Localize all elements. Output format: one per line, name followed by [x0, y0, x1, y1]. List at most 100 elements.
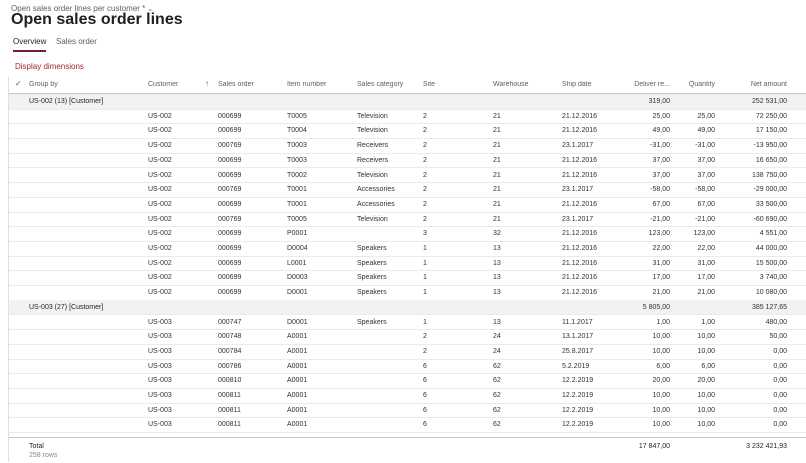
- quantity-cell: 25,00: [697, 112, 715, 120]
- table-row[interactable]: US-003 000810 A0001 6 62 12.2.2019 20,00 20,00 0…: [9, 373, 806, 389]
- warehouse-cell: 62: [493, 421, 501, 429]
- table-row[interactable]: US-002 000699 T0002 Television 2 21 21.12.2016…: [9, 168, 806, 184]
- table-row[interactable]: US-002 000699 T0001 Accessories 2 21 21.12.201…: [9, 197, 806, 213]
- customer-cell: US-002: [148, 230, 172, 238]
- ship-date-cell: 12.2.2019: [562, 406, 594, 414]
- table-row[interactable]: US-002 000699 P0001 3 32 21.12.2016 123,00 123,…: [9, 226, 806, 242]
- sales-category-cell: Speakers: [357, 318, 387, 326]
- deliver-remainder-cell: 67,00: [652, 200, 670, 208]
- table-row[interactable]: US-003 000811 A0001 6 62 12.2.2019 10,00 10,00 0…: [9, 403, 806, 419]
- item-number-cell: D0004: [287, 245, 308, 252]
- display-dimensions-button[interactable]: Display dimensions: [15, 62, 84, 71]
- deliver-remainder-cell: -21,00: [650, 215, 670, 223]
- site-cell: 6: [423, 406, 427, 414]
- group-net-total: 385 127,65: [751, 303, 787, 311]
- table-row[interactable]: US-003 000747 D0001 Speakers 1 13 11.1.2017 1,0…: [9, 315, 806, 331]
- header-ship-date[interactable]: Ship date: [562, 81, 622, 88]
- table-row[interactable]: US-002 000699 T0005 Television 2 21 21.12.2016…: [9, 109, 806, 125]
- customer-cell: US-002: [148, 112, 172, 120]
- tab-sales-order[interactable]: Sales order: [56, 37, 97, 46]
- quantity-cell: 37,00: [697, 156, 715, 164]
- warehouse-cell: 21: [493, 215, 501, 223]
- check-icon[interactable]: ✓: [15, 80, 23, 88]
- table-row[interactable]: US-002 000699 L0001 Speakers 1 13 21.12.2016 31…: [9, 256, 806, 272]
- item-number-cell: T0003: [287, 156, 307, 164]
- warehouse-cell: 21: [493, 186, 501, 194]
- header-customer[interactable]: Customer: [148, 81, 208, 88]
- ship-date-cell: 21.12.2016: [562, 171, 598, 179]
- sort-ascending-icon[interactable]: ↑: [205, 80, 209, 88]
- customer-cell: US-002: [148, 186, 172, 194]
- header-sales-category[interactable]: Sales category: [357, 81, 427, 88]
- net-amount-cell: 138 750,00: [751, 171, 787, 179]
- net-amount-cell: 0,00: [773, 406, 787, 414]
- quantity-cell: 10,00: [697, 347, 715, 355]
- item-number-cell: D0003: [287, 274, 308, 282]
- deliver-remainder-cell: -31,00: [650, 142, 670, 150]
- net-amount-cell: 44 000,00: [755, 245, 787, 252]
- header-group-by[interactable]: Group by: [29, 81, 58, 88]
- customer-cell: US-002: [148, 127, 172, 135]
- quantity-cell: 10,00: [697, 333, 715, 341]
- customer-cell: US-002: [148, 245, 172, 252]
- table-row[interactable]: US-002 000699 D0004 Speakers 1 13 21.12.2016 22…: [9, 241, 806, 257]
- warehouse-cell: 21: [493, 156, 501, 164]
- header-deliver-remainder[interactable]: Deliver re...: [619, 81, 670, 88]
- header-sales-order[interactable]: Sales order: [218, 81, 278, 88]
- header-warehouse[interactable]: Warehouse: [493, 81, 533, 88]
- ship-date-cell: 23.1.2017: [562, 186, 594, 194]
- table-row[interactable]: US-003 000786 A0001 6 62 5.2.2019 6,00 6,00 0,00: [9, 359, 806, 375]
- quantity-cell: -31,00: [695, 142, 715, 150]
- customer-cell: US-002: [148, 274, 172, 282]
- deliver-remainder-cell: 21,00: [652, 289, 670, 297]
- net-amount-cell: 50,00: [769, 333, 787, 341]
- table-row[interactable]: US-003 000784 A0001 2 24 25.8.2017 10,00 10,00 0…: [9, 344, 806, 360]
- table-row[interactable]: US-002 000769 T0001 Accessories 2 21 23.1.2017…: [9, 182, 806, 198]
- table-row[interactable]: US-002 000699 T0003 Receivers 2 21 21.12.2016 3…: [9, 153, 806, 169]
- warehouse-cell: 21: [493, 171, 501, 179]
- ship-date-cell: 21.12.2016: [562, 230, 598, 238]
- group-deliver-total: 5 805,00: [642, 303, 670, 311]
- quantity-cell: 6,00: [701, 362, 715, 370]
- header-net-amount[interactable]: Net amount: [733, 81, 787, 88]
- group-header-row[interactable]: US-002 (13) [Customer] 319,00 252 531,00: [9, 94, 806, 110]
- deliver-remainder-cell: 31,00: [652, 259, 670, 267]
- sales-category-cell: Speakers: [357, 245, 387, 252]
- header-site[interactable]: Site: [423, 81, 463, 88]
- table-row[interactable]: US-002 000699 T0004 Television 2 21 21.12.2016…: [9, 123, 806, 140]
- sales-order-cell: 000699: [218, 156, 242, 164]
- quantity-cell: 67,00: [697, 200, 715, 208]
- item-number-cell: A0001: [287, 392, 308, 399]
- net-amount-cell: 480,00: [765, 318, 787, 326]
- customer-cell: US-003: [148, 362, 172, 370]
- group-header-row[interactable]: US-003 (27) [Customer] 5 805,00 385 127,65: [9, 299, 806, 316]
- ship-date-cell: 21.12.2016: [562, 289, 598, 297]
- table-row[interactable]: US-002 000699 D0001 Speakers 1 13 21.12.2016 21…: [9, 285, 806, 301]
- sales-category-cell: Accessories: [357, 200, 395, 208]
- table-row[interactable]: US-002 000769 T0005 Television 2 21 23.1.2017 -…: [9, 212, 806, 228]
- table-row[interactable]: US-003 000811 A0001 6 62 12.2.2019 10,00 10,00 0…: [9, 388, 806, 404]
- header-item-number[interactable]: Item number: [287, 81, 347, 88]
- table-row[interactable]: US-003 000748 A0001 2 24 13.1.2017 10,00 10,00 5…: [9, 329, 806, 345]
- sales-order-cell: 000699: [218, 200, 242, 208]
- net-amount-cell: 33 500,00: [755, 200, 787, 208]
- net-amount-cell: 0,00: [773, 377, 787, 385]
- sales-category-cell: Receivers: [357, 156, 389, 164]
- item-number-cell: D0001: [287, 318, 308, 326]
- site-cell: 2: [423, 215, 427, 223]
- item-number-cell: T0001: [287, 186, 307, 194]
- sales-category-cell: Television: [357, 215, 388, 223]
- table-row[interactable]: US-002 000699 D0003 Speakers 1 13 21.12.2016 17…: [9, 270, 806, 287]
- sales-order-cell: 000699: [218, 259, 242, 267]
- table-row[interactable]: US-003 000811 A0001 6 62 12.2.2019 10,00 10,00 0…: [9, 417, 806, 434]
- sales-order-cell: 000699: [218, 230, 242, 238]
- table-row[interactable]: US-002 000769 T0003 Receivers 2 21 23.1.2017 -3…: [9, 138, 806, 154]
- grid-header: ✓ Group by Customer ↑ Sales order Item n…: [9, 77, 806, 94]
- sales-order-cell: 000699: [218, 245, 242, 252]
- deliver-remainder-cell: 123,00: [648, 230, 670, 238]
- customer-cell: US-002: [148, 259, 172, 267]
- tab-overview[interactable]: Overview: [13, 37, 47, 52]
- customer-cell: US-003: [148, 421, 172, 429]
- header-quantity[interactable]: Quantity: [679, 81, 715, 88]
- deliver-remainder-cell: 20,00: [652, 377, 670, 385]
